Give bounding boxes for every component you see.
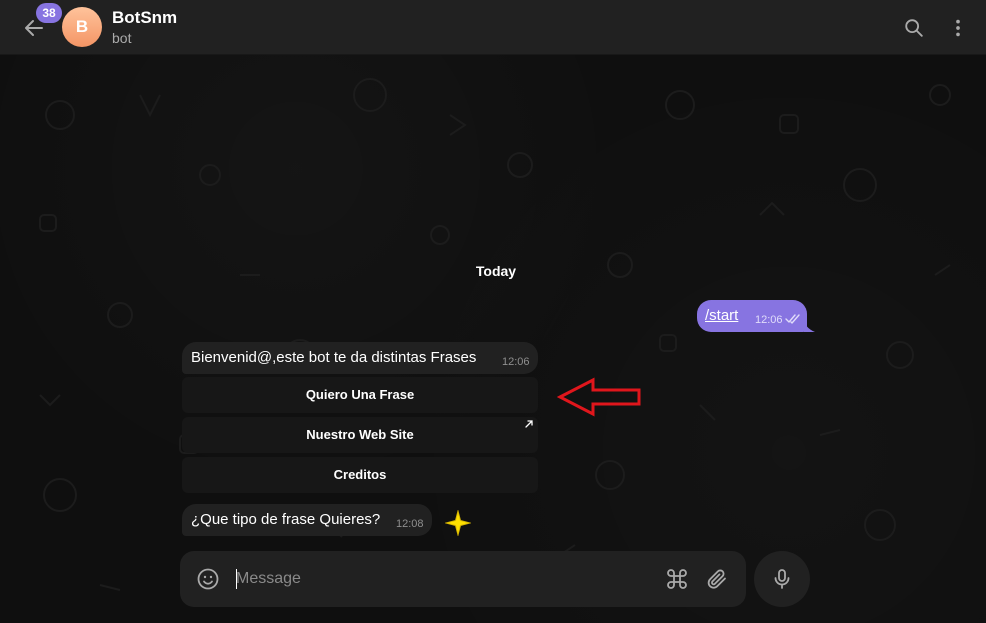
paperclip-icon: [707, 569, 726, 589]
avatar[interactable]: B: [62, 7, 102, 47]
inline-button-nuestro-web-site[interactable]: Nuestro Web Site: [182, 417, 538, 453]
message-time: 12:06: [755, 314, 783, 326]
double-check-icon: [785, 314, 800, 324]
incoming-message[interactable]: ¿Que tipo de frase Quieres? 12:08: [182, 504, 432, 536]
inline-button-creditos[interactable]: Creditos: [182, 457, 538, 493]
bubble-tail: [804, 317, 815, 332]
chat-status: bot: [112, 30, 132, 46]
external-link-icon: [525, 420, 533, 428]
voice-record-button[interactable]: [754, 551, 810, 607]
message-composer: [180, 551, 746, 607]
unread-badge: 38: [36, 3, 62, 23]
smile-icon: [197, 568, 219, 590]
incoming-message[interactable]: Bienvenid@,este bot te da distintas Fras…: [182, 342, 538, 374]
chat-background-pattern: [39, 78, 951, 591]
microphone-icon: [774, 569, 790, 589]
more-vertical-icon: [956, 19, 960, 37]
date-separator: Today: [475, 263, 517, 279]
annotation-arrow-icon: [557, 377, 641, 417]
message-time: 12:08: [396, 518, 424, 530]
bot-commands-button[interactable]: [662, 564, 692, 594]
inline-button-quiero-una-frase[interactable]: Quiero Una Frase: [182, 377, 538, 413]
inline-button-label: Nuestro Web Site: [306, 427, 414, 442]
chat-header: 38 B BotSnm bot: [0, 0, 986, 55]
message-input[interactable]: [236, 565, 656, 593]
message-text: ¿Que tipo de frase Quieres?: [191, 511, 381, 528]
message-time: 12:06: [502, 356, 530, 368]
command-link[interactable]: /start: [705, 307, 738, 324]
search-icon: [905, 19, 923, 37]
emoji-button[interactable]: [193, 564, 223, 594]
message-text: Bienvenid@,este bot te da distintas Fras…: [191, 349, 477, 366]
outgoing-message[interactable]: /start 12:06: [697, 300, 807, 332]
more-menu-button[interactable]: [942, 12, 974, 44]
command-icon: [667, 569, 687, 589]
attach-button[interactable]: [702, 564, 732, 594]
sparkle-cursor-icon: [445, 510, 471, 536]
message-list[interactable]: Today /start 12:06 Bienvenid@,este bot t…: [0, 55, 986, 623]
chat-title[interactable]: BotSnm: [112, 8, 177, 28]
search-button[interactable]: [898, 12, 930, 44]
